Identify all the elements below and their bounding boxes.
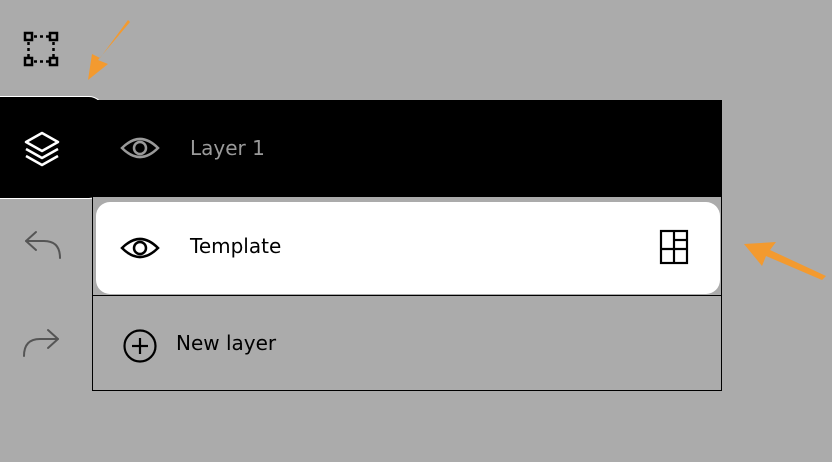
undo-icon	[25, 231, 61, 259]
undo-button[interactable]	[22, 228, 66, 262]
redo-icon	[23, 329, 59, 357]
layer-name: Layer 1	[190, 136, 265, 160]
template-icon[interactable]	[659, 229, 689, 265]
redo-button[interactable]	[22, 326, 66, 360]
layer-row-template[interactable]: Template	[96, 202, 720, 294]
annotation-arrow	[744, 242, 826, 280]
layers-tool-button[interactable]	[0, 97, 103, 198]
plus-circle-icon	[123, 329, 157, 363]
new-layer-label: New layer	[176, 331, 277, 355]
annotation-arrow	[88, 20, 130, 80]
new-layer-button[interactable]: New layer	[93, 296, 721, 390]
layers-icon	[24, 131, 60, 167]
layer-name: Template	[190, 234, 282, 258]
selection-tool-button[interactable]	[22, 30, 62, 70]
eye-icon[interactable]	[120, 234, 160, 262]
layer-row-layer-1[interactable]: Layer 1	[93, 100, 722, 197]
eye-icon[interactable]	[120, 134, 160, 162]
selection-icon	[23, 31, 59, 67]
